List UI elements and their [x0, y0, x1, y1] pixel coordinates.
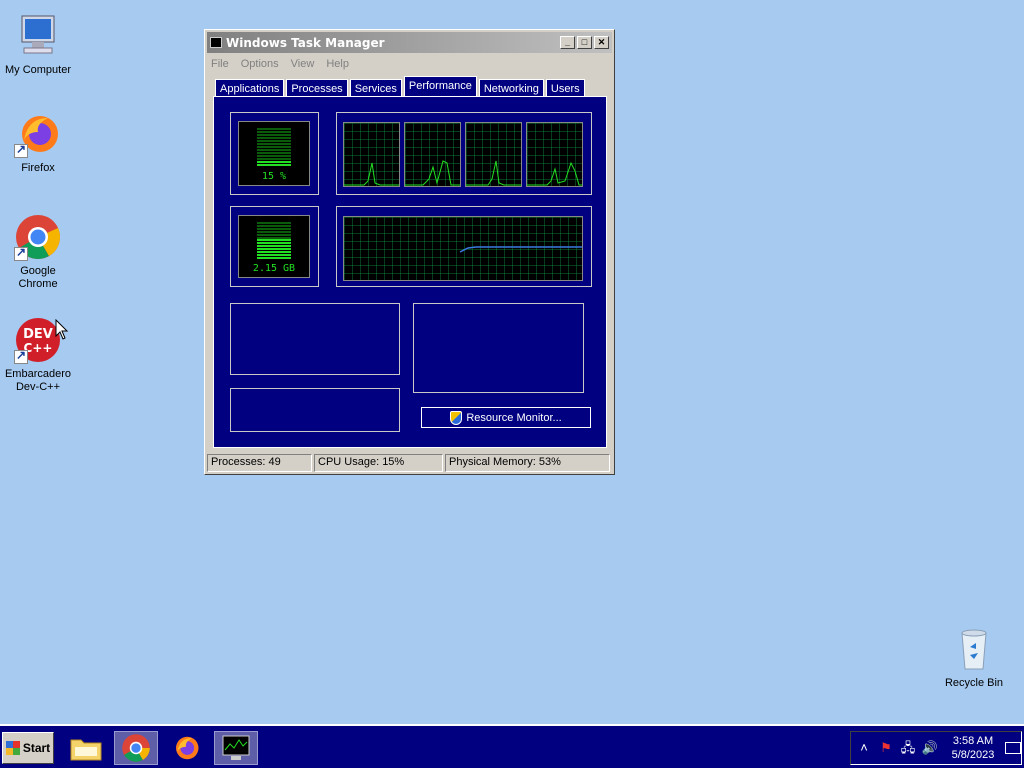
chrome-icon [122, 734, 150, 762]
start-label: Start [22, 741, 51, 755]
cpu-usage-history-group [336, 112, 592, 195]
desktop-icon-label: Firefox [21, 162, 55, 174]
cpu-usage-value: 15 % [261, 171, 287, 182]
network-icon[interactable]: 🖧 [899, 739, 917, 757]
taskbar-google-chrome[interactable] [114, 731, 158, 765]
taskbar-firefox[interactable] [164, 731, 208, 765]
performance-panel: 15 % 2.15 GB Resource Monitor... [213, 96, 607, 448]
physical-memory-rows [234, 307, 396, 371]
menu-bar: File Options View Help [205, 55, 614, 73]
taskbar-task-manager[interactable] [214, 731, 258, 765]
task-manager-window: Windows Task Manager _ □ ✕ File Options … [204, 29, 615, 475]
desktop-icon-recycle-bin[interactable]: Recycle Bin [936, 625, 1012, 690]
cpu-usage-meter-fill [257, 161, 291, 167]
status-processes: Processes: 49 [207, 454, 312, 472]
task-manager-app-icon [210, 37, 222, 48]
system-tray: ˄ ⚑ 🖧 🔊 3:58 AM 5/8/2023 [850, 731, 1022, 765]
mouse-cursor-icon [55, 319, 69, 340]
shortcut-arrow-icon [14, 245, 28, 261]
clock-date: 5/8/2023 [951, 749, 995, 761]
desktop-icon-label: Google Chrome [18, 265, 58, 290]
menu-options[interactable]: Options [241, 58, 279, 70]
shortcut-arrow-icon [14, 348, 28, 364]
memory-group: 2.15 GB [230, 206, 319, 287]
show-hidden-icons-chevron-icon[interactable]: ˄ [855, 739, 873, 757]
memory-meter-fill [257, 239, 291, 259]
physical-memory-group [230, 303, 400, 375]
desktop-icon-google-chrome[interactable]: Google Chrome [0, 213, 76, 291]
memory-history-group [336, 206, 592, 287]
show-desktop-icon[interactable] [1005, 742, 1021, 754]
resource-monitor-label: Resource Monitor... [466, 411, 562, 424]
chrome-icon [14, 213, 62, 261]
system-group [413, 303, 584, 393]
status-cpu-usage: CPU Usage: 15% [314, 454, 443, 472]
window-title: Windows Task Manager [226, 35, 385, 50]
maximize-button[interactable]: □ [577, 36, 592, 49]
shortcut-arrow-icon [14, 142, 28, 158]
desktop-icon-firefox[interactable]: Firefox [0, 110, 76, 175]
folder-icon [70, 739, 102, 761]
start-button[interactable]: Start [2, 732, 54, 764]
uac-shield-icon [450, 410, 463, 425]
menu-file[interactable]: File [211, 58, 229, 70]
action-center-flag-icon[interactable]: ⚑ [877, 739, 895, 757]
task-manager-icon [222, 735, 250, 760]
menu-view[interactable]: View [291, 58, 315, 70]
cpu-usage-group: 15 % [230, 112, 319, 195]
menu-help[interactable]: Help [326, 58, 349, 70]
taskbar: Start ˄ ⚑ 🖧 🔊 3:58 AM 5/8/2023 [0, 724, 1024, 768]
windows-logo-icon [5, 741, 20, 755]
kernel-memory-group [230, 388, 400, 432]
desktop-icon-label: Recycle Bin [944, 677, 1004, 689]
close-button[interactable]: ✕ [594, 36, 609, 49]
resource-monitor-button[interactable]: Resource Monitor... [421, 407, 591, 428]
firefox-icon [14, 110, 62, 158]
minimize-button[interactable]: _ [560, 36, 575, 49]
recycle-bin-icon [950, 625, 998, 673]
desktop-icon-my-computer[interactable]: My Computer [0, 12, 76, 77]
volume-icon[interactable]: 🔊 [921, 739, 939, 757]
memory-value: 2.15 GB [252, 263, 296, 274]
memory-history-graph [343, 216, 583, 281]
title-bar[interactable]: Windows Task Manager _ □ ✕ [207, 32, 612, 53]
firefox-icon [176, 736, 199, 760]
cpu-history-graph-1 [343, 122, 400, 187]
status-bar: Processes: 49 CPU Usage: 15% Physical Me… [207, 454, 612, 472]
taskbar-file-explorer[interactable] [64, 731, 108, 765]
cpu-usage-meter: 15 % [238, 121, 310, 186]
cpu-history-graph-4 [526, 122, 583, 187]
cpu-history-graph-2 [404, 122, 461, 187]
svg-text:DEV: DEV [23, 327, 53, 342]
clock-time: 3:58 AM [952, 735, 994, 747]
desktop-icon-label: My Computer [4, 64, 72, 76]
status-physical-memory: Physical Memory: 53% [445, 454, 610, 472]
cpu-history-graph-3 [465, 122, 522, 187]
desktop-icon-label: Embarcadero Dev-C++ [4, 368, 72, 393]
my-computer-icon [14, 12, 62, 60]
clock[interactable]: 3:58 AM 5/8/2023 [945, 734, 1001, 762]
memory-meter: 2.15 GB [238, 215, 310, 278]
